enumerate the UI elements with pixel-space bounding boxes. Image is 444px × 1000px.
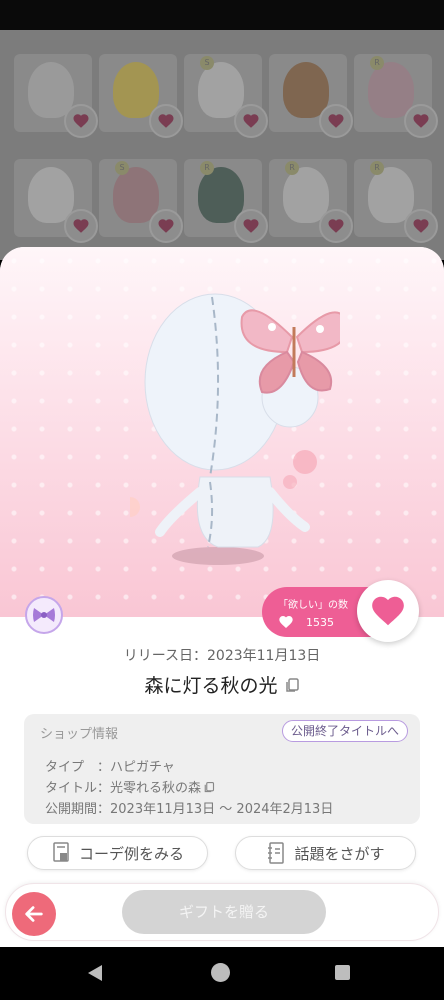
rarity-badge: S (200, 56, 214, 70)
item-title-row: 森に灯る秋の光 (0, 671, 444, 698)
grid-sparkle-item[interactable] (14, 54, 98, 138)
outfit-card-icon (53, 842, 69, 862)
shop-title-text: タイトル：光零れる秋の森 (45, 781, 202, 796)
nav-back-icon[interactable] (88, 965, 102, 981)
heart-icon[interactable] (319, 104, 353, 138)
grid-green-hair-item[interactable]: R (184, 159, 268, 243)
grid-ribbon-hair-item[interactable]: R (354, 54, 438, 138)
shop-heading: ショップ情報 (40, 727, 119, 742)
rarity-badge: R (370, 161, 384, 175)
rarity-badge: R (285, 161, 299, 175)
grid-bird-item[interactable] (99, 54, 183, 138)
grid-twin-tail-item[interactable]: S (99, 159, 183, 243)
arrow-left-icon (25, 906, 43, 922)
heart-icon[interactable] (404, 209, 438, 243)
coordinate-examples-button[interactable]: コーデ例をみる (27, 836, 208, 870)
heart-icon[interactable] (234, 209, 268, 243)
heart-icon (372, 596, 404, 626)
system-nav-bar (0, 947, 444, 1000)
gift-button[interactable]: ギフトを贈る (122, 890, 326, 934)
shop-title-row: タイトル：光零れる秋の森 (45, 777, 215, 796)
bow-shape (33, 608, 55, 622)
release-date: リリース日：2023年11月13日 (123, 648, 321, 664)
heart-icon[interactable] (64, 104, 98, 138)
rarity-badge: R (200, 161, 214, 175)
shop-type-text: タイプ ：ハピガチャ (45, 760, 175, 775)
shop-info-box: ショップ情報 公開終了タイトルへ タイプ ：ハピガチャ タイトル：光零れる秋の森… (24, 714, 420, 824)
grid-face-item[interactable]: S (184, 54, 268, 138)
bottom-action-bar: ギフトを贈る (5, 883, 439, 941)
heart-icon (279, 616, 293, 628)
heart-icon[interactable] (149, 209, 183, 243)
heart-icon[interactable] (404, 104, 438, 138)
heart-icon[interactable] (149, 104, 183, 138)
rarity-badge: S (115, 161, 129, 175)
nav-home-icon[interactable] (211, 963, 230, 982)
wish-label: 「欲しい」の数 (278, 600, 348, 611)
back-button[interactable] (12, 892, 56, 936)
copy-icon[interactable] (284, 677, 300, 693)
notebook-icon (268, 842, 285, 864)
nav-recent-icon[interactable] (335, 965, 350, 980)
avatar-image (130, 293, 340, 548)
item-detail-sheet: 「欲しい」の数 1535 リリース日：2023年11月13日 森に灯る秋の光 シ… (0, 247, 444, 947)
heart-icon[interactable] (319, 209, 353, 243)
shop-period-row: 公開期間：2023年11月13日 〜 2024年2月13日 (45, 798, 333, 817)
wish-count-row: 1535 (278, 614, 334, 630)
grid-blank-head-item[interactable]: R (269, 159, 353, 243)
status-bar (0, 0, 444, 30)
shop-type-row: タイプ ：ハピガチャ (45, 756, 175, 775)
end-title-button[interactable]: 公開終了タイトルへ (281, 720, 408, 742)
wish-count: 1535 (306, 615, 334, 629)
item-title: 森に灯る秋の光 (144, 675, 278, 697)
wish-heart-button[interactable] (357, 580, 419, 642)
item-preview (0, 247, 444, 634)
grid-blank-head-item-2[interactable]: R (354, 159, 438, 243)
copy-icon[interactable] (203, 781, 215, 793)
bow-icon[interactable] (25, 596, 63, 634)
rarity-badge: R (370, 56, 384, 70)
heart-icon[interactable] (64, 209, 98, 243)
grid-cake-hat-item[interactable] (269, 54, 353, 138)
grid-bow-body-item[interactable] (14, 159, 98, 243)
find-topics-button[interactable]: 話題をさがす (235, 836, 416, 870)
heart-icon[interactable] (234, 104, 268, 138)
coordinate-examples-label: コーデ例をみる (78, 844, 184, 863)
item-grid-overlay[interactable]: S R S R R R (0, 30, 444, 260)
shop-period-text: 公開期間：2023年11月13日 〜 2024年2月13日 (45, 802, 334, 817)
app-screen: S R S R R R 「欲しい」の数 1535 リリース日：2023年11月13日 森に… (0, 0, 444, 1000)
find-topics-label: 話題をさがす (294, 844, 385, 863)
